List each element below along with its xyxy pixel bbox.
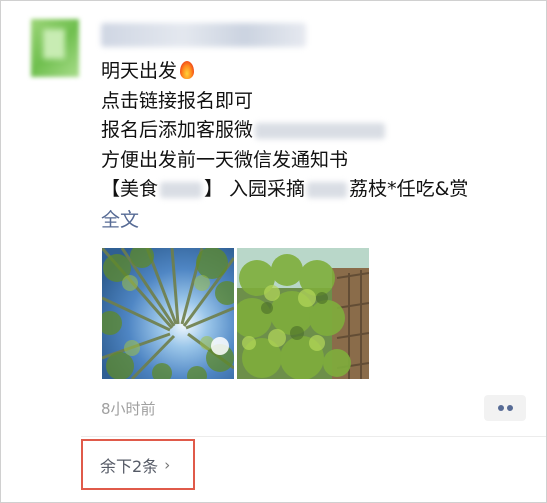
blurred-location-2 xyxy=(307,181,348,198)
post-line-3-text: 报名后添加客服微 xyxy=(101,119,254,141)
post-line-5-part-3: 荔枝*任吃&赏 xyxy=(349,178,469,200)
post-line-5-part-1: 【美食 xyxy=(101,178,159,200)
divider xyxy=(81,436,546,437)
post-line-2: 点击链接报名即可 xyxy=(101,89,254,112)
full-text-link[interactable]: 全文 xyxy=(101,205,139,232)
bamboo-sky-image xyxy=(102,248,234,379)
avatar-highlight xyxy=(43,29,65,59)
post-line-3: 报名后添加客服微 xyxy=(101,116,468,146)
blurred-location xyxy=(160,181,203,198)
green-wall-image xyxy=(237,248,369,379)
remaining-posts-button[interactable]: 余下2条 › xyxy=(81,439,195,490)
remaining-posts-label: 余下2条 xyxy=(100,456,159,476)
post-line-4: 方便出发前一天微信发通知书 xyxy=(101,148,349,171)
post-line-5: 【美食 】 入园采摘 荔枝*任吃&赏 xyxy=(101,175,468,205)
post-timestamp: 8小时前 xyxy=(101,400,156,418)
post-line-1-text: 明天出发 xyxy=(101,60,178,82)
post-line-1: 明天出发 xyxy=(101,57,468,87)
photo-bamboo-sky[interactable] xyxy=(102,248,234,379)
fire-icon xyxy=(180,61,195,79)
chevron-right-icon: › xyxy=(164,455,171,474)
moments-post-card: 明天出发 点击链接报名即可 报名后添加客服微 方便出发前一天微信发通知书 【美食… xyxy=(0,0,547,503)
post-line-5-part-2: 】 入园采摘 xyxy=(204,178,306,200)
blurred-nickname[interactable] xyxy=(101,23,306,47)
two-dots-icon-dot xyxy=(507,405,513,411)
two-dots-icon xyxy=(498,405,504,411)
more-actions-button[interactable] xyxy=(484,395,526,421)
blurred-wechat-id xyxy=(255,122,386,139)
post-body: 明天出发 点击链接报名即可 报名后添加客服微 方便出发前一天微信发通知书 【美食… xyxy=(101,57,468,205)
photo-green-wall[interactable] xyxy=(237,248,369,379)
